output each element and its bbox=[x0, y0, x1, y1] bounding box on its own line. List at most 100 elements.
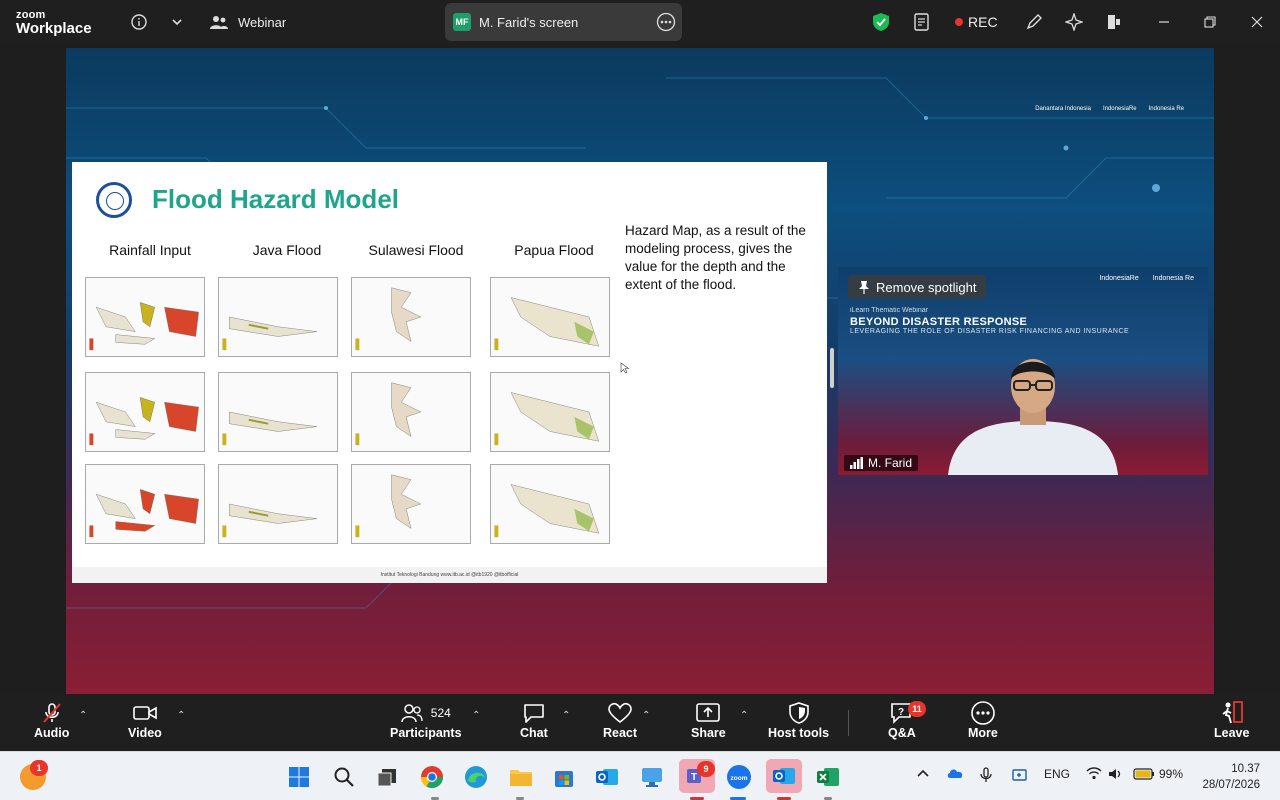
sulawesi-flood-map-1 bbox=[351, 277, 471, 357]
excel-icon[interactable] bbox=[815, 764, 841, 790]
chrome-icon[interactable] bbox=[419, 764, 445, 790]
papua-flood-map-2 bbox=[490, 372, 610, 452]
close-icon[interactable] bbox=[1246, 11, 1268, 33]
share-button[interactable]: Share bbox=[691, 700, 726, 740]
microphone-muted-icon bbox=[40, 700, 64, 726]
video-options-caret-icon[interactable]: ⌃ bbox=[177, 710, 185, 721]
papua-flood-map-1 bbox=[490, 277, 610, 357]
leave-label: Leave bbox=[1214, 726, 1250, 740]
toolbar-divider bbox=[848, 710, 849, 736]
layout-icon[interactable] bbox=[1103, 11, 1125, 33]
battery-indicator[interactable]: 99% bbox=[1133, 767, 1183, 781]
chat-label: Chat bbox=[520, 726, 548, 740]
column-heading-sulawesi: Sulawesi Flood bbox=[368, 242, 464, 258]
participants-label: Participants bbox=[390, 726, 462, 740]
zoom-title-bar: zoom Workplace Webinar MF M. Farid's scr… bbox=[0, 0, 1280, 44]
rec-label: REC bbox=[968, 14, 998, 30]
minimize-icon[interactable] bbox=[1153, 11, 1175, 33]
show-hidden-icons-icon[interactable] bbox=[916, 767, 930, 782]
wifi-icon[interactable] bbox=[1086, 767, 1102, 783]
volume-icon[interactable] bbox=[1108, 767, 1124, 784]
info-icon[interactable] bbox=[128, 11, 150, 33]
input-language[interactable]: ENG bbox=[1044, 767, 1070, 781]
meeting-toolbar: Audio ⌃ Video ⌃ 524 Participants ⌃ Chat … bbox=[0, 694, 1280, 751]
ai-companion-icon[interactable] bbox=[1063, 11, 1085, 33]
java-flood-map-2 bbox=[218, 372, 338, 452]
annotate-icon[interactable] bbox=[1023, 11, 1045, 33]
itb-seal-logo bbox=[96, 182, 132, 218]
indonesia-re-logo: Indonesia Re bbox=[1148, 106, 1184, 112]
chevron-down-icon[interactable] bbox=[166, 11, 188, 33]
slide-description: Hazard Map, as a result of the modeling … bbox=[625, 223, 806, 292]
microsoft-store-icon[interactable] bbox=[551, 764, 577, 790]
heart-icon bbox=[607, 700, 633, 726]
remove-spotlight-button[interactable]: Remove spotlight bbox=[848, 275, 987, 299]
screen-share-label: M. Farid's screen bbox=[479, 14, 579, 30]
clock-date: 28/07/2026 bbox=[1202, 779, 1260, 791]
host-tools-label: Host tools bbox=[768, 726, 830, 740]
signal-strength-icon bbox=[850, 457, 863, 469]
restore-icon[interactable] bbox=[1199, 11, 1221, 33]
teams-notification-badge: 9 bbox=[697, 761, 715, 777]
react-options-caret-icon[interactable]: ⌃ bbox=[642, 710, 650, 721]
tile-indonesiare-logo: IndonesiaRe bbox=[1099, 275, 1139, 282]
audio-options-caret-icon[interactable]: ⌃ bbox=[79, 710, 87, 721]
meeting-name: Webinar bbox=[238, 14, 287, 30]
clock-time: 10.37 bbox=[1231, 763, 1260, 775]
file-explorer-icon[interactable] bbox=[508, 764, 534, 790]
presentation-slide: Flood Hazard Model Rainfall Input Java F… bbox=[72, 162, 827, 583]
more-label: More bbox=[968, 726, 998, 740]
edge-icon[interactable] bbox=[463, 764, 489, 790]
notes-icon[interactable] bbox=[911, 11, 933, 33]
split-resize-handle[interactable] bbox=[830, 348, 834, 388]
participants-button[interactable]: 524 Participants bbox=[390, 700, 462, 740]
participant-name-tag: M. Farid bbox=[844, 455, 919, 471]
windows-start-icon[interactable] bbox=[286, 764, 312, 790]
chat-button[interactable]: Chat bbox=[520, 700, 548, 740]
papua-flood-map-3 bbox=[490, 464, 610, 544]
battery-percent: 99% bbox=[1159, 767, 1184, 781]
battery-icon bbox=[1133, 768, 1154, 780]
webinar-kicker: iLearn Thematic Webinar bbox=[850, 307, 928, 314]
participants-options-caret-icon[interactable]: ⌃ bbox=[472, 710, 480, 721]
tile-sponsor-logos: IndonesiaRe Indonesia Re bbox=[1099, 275, 1194, 282]
microphone-icon[interactable] bbox=[980, 767, 992, 786]
remote-desktop-icon[interactable] bbox=[639, 764, 665, 790]
zoom-app-icon[interactable]: zoom bbox=[726, 764, 752, 790]
video-label: Video bbox=[128, 726, 162, 740]
column-heading-rainfall: Rainfall Input bbox=[109, 242, 191, 258]
qa-label: Q&A bbox=[888, 726, 916, 740]
tile-indonesia-re-logo: Indonesia Re bbox=[1152, 275, 1194, 282]
recording-indicator[interactable]: REC bbox=[955, 10, 998, 34]
share-options-caret-icon[interactable]: ⌃ bbox=[740, 710, 748, 721]
leave-button[interactable]: Leave bbox=[1214, 700, 1249, 740]
video-button[interactable]: Video bbox=[128, 700, 162, 740]
outlook-icon[interactable] bbox=[766, 759, 802, 793]
onedrive-icon[interactable] bbox=[946, 767, 964, 782]
react-button[interactable]: React bbox=[603, 700, 637, 740]
more-options-icon[interactable] bbox=[656, 12, 676, 35]
participants-icon bbox=[401, 704, 423, 723]
device-connect-icon[interactable] bbox=[1011, 767, 1029, 786]
share-sponsor-logos: Danantara Indonesia IndonesiaRe Indonesi… bbox=[1035, 106, 1184, 112]
chat-options-caret-icon[interactable]: ⌃ bbox=[562, 710, 570, 721]
audio-label: Audio bbox=[34, 726, 70, 740]
more-button[interactable]: More bbox=[968, 700, 998, 740]
screen-share-pill[interactable]: MF M. Farid's screen bbox=[445, 3, 682, 41]
rainfall-map-3 bbox=[85, 464, 205, 544]
webinar-indicator: Webinar bbox=[210, 10, 286, 34]
pin-icon bbox=[859, 281, 869, 294]
danantara-logo: Danantara Indonesia bbox=[1035, 106, 1091, 112]
share-label: Share bbox=[691, 726, 726, 740]
search-icon[interactable] bbox=[331, 764, 357, 790]
security-shield-icon[interactable] bbox=[870, 11, 892, 33]
svg-text:T: T bbox=[691, 772, 697, 783]
host-tools-button[interactable]: Host tools bbox=[768, 700, 829, 740]
task-view-icon[interactable] bbox=[374, 764, 400, 790]
people-icon bbox=[210, 16, 228, 29]
system-clock[interactable]: 10.37 28/07/2026 bbox=[1202, 761, 1260, 793]
outlook-new-icon[interactable] bbox=[594, 764, 620, 790]
participants-count: 524 bbox=[430, 706, 451, 720]
spotlight-video-tile[interactable]: IndonesiaRe Indonesia Re Remove spotligh… bbox=[838, 267, 1208, 475]
audio-button[interactable]: Audio bbox=[34, 700, 69, 740]
